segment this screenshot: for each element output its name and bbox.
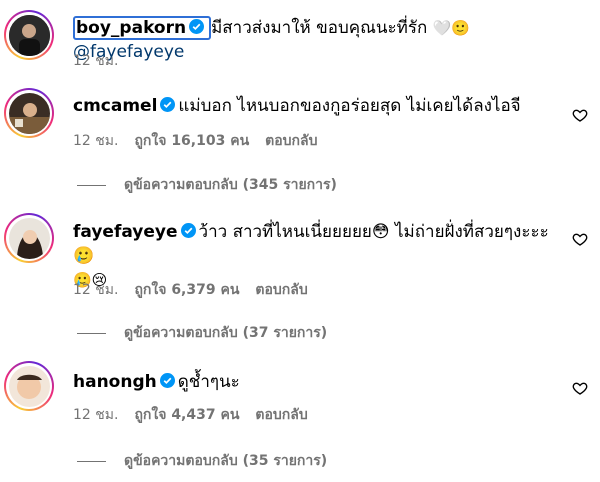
verified-badge-icon <box>159 373 175 388</box>
divider-line <box>77 460 106 462</box>
reply-button[interactable]: ตอบกลับ <box>265 133 317 149</box>
comment-username[interactable]: hanongh <box>73 372 157 392</box>
heart-icon[interactable] <box>572 231 588 247</box>
view-replies-button[interactable]: ดูข้อความตอบกลับ (37 รายการ) <box>77 322 327 344</box>
reply-button[interactable]: ตอบกลับ <box>255 407 307 423</box>
divider-line <box>77 332 106 334</box>
comment-username[interactable]: cmcamel <box>73 96 157 116</box>
caption-avatar[interactable] <box>4 10 54 60</box>
comment-text: cmcamel แม่บอก ไหนบอกของกูอร่อยสุด ไม่เคย… <box>73 94 560 118</box>
caption-body: มีสาวส่งมาให้ ขอบคุณนะที่รัก <box>211 18 428 38</box>
comment-meta: 12 ชม. ถูกใจ 4,437 คน ตอบกลับ <box>73 404 324 426</box>
comment-meta: 12 ชม. ถูกใจ 16,103 คน ตอบกลับ <box>73 130 334 152</box>
likes-count[interactable]: ถูกใจ 16,103 คน <box>134 133 249 149</box>
verified-badge-icon <box>160 97 176 112</box>
verified-badge-icon <box>180 223 196 238</box>
comment-meta: 12 ชม. ถูกใจ 6,379 คน ตอบกลับ <box>73 279 324 301</box>
likes-count[interactable]: ถูกใจ 6,379 คน <box>134 282 239 298</box>
view-replies-label: ดูข้อความตอบกลับ (37 รายการ) <box>124 325 328 341</box>
verified-badge-icon <box>189 19 205 34</box>
caption-time[interactable]: 12 ชม. <box>73 53 118 69</box>
divider-line <box>77 184 106 186</box>
comment-body: แม่บอก ไหนบอกของกูอร่อยสุด ไม่เคยได้ลงไอ… <box>178 96 521 116</box>
comment-avatar[interactable] <box>4 88 54 138</box>
caption-emojis: 🤍🙂 <box>432 19 471 37</box>
view-replies-label: ดูข้อความตอบกลับ (35 รายการ) <box>124 453 328 469</box>
heart-icon[interactable] <box>572 107 588 123</box>
comment-avatar[interactable] <box>4 361 54 411</box>
comment-text: hanongh ดูช้ำๆนะ <box>73 370 560 394</box>
comment-time[interactable]: 12 ชม. <box>73 282 118 298</box>
caption-meta: 12 ชม. <box>73 50 134 72</box>
comment-time[interactable]: 12 ชม. <box>73 133 118 149</box>
caption-username[interactable]: boy_pakorn <box>76 18 186 38</box>
view-replies-button[interactable]: ดูข้อความตอบกลับ (35 รายการ) <box>77 450 327 472</box>
comment-body: ดูช้ำๆนะ <box>177 372 240 392</box>
caption-text: boy_pakorn มีสาวส่งมาให้ ขอบคุณนะที่รัก 🤍… <box>73 16 560 64</box>
view-replies-label: ดูข้อความตอบกลับ (345 รายการ) <box>124 177 337 193</box>
view-replies-button[interactable]: ดูข้อความตอบกลับ (345 รายการ) <box>77 174 337 196</box>
comment-time[interactable]: 12 ชม. <box>73 407 118 423</box>
comment-avatar[interactable] <box>4 213 54 263</box>
likes-count[interactable]: ถูกใจ 4,437 คน <box>134 407 239 423</box>
comment-username[interactable]: fayefayeye <box>73 222 178 242</box>
heart-icon[interactable] <box>572 380 588 396</box>
reply-button[interactable]: ตอบกลับ <box>255 282 307 298</box>
